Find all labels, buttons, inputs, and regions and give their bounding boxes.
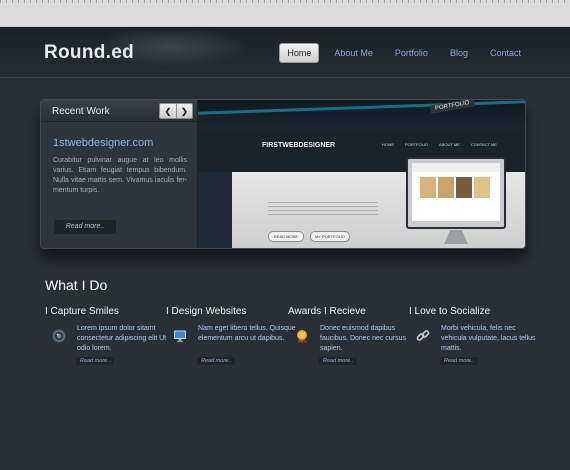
nav-contact[interactable]: Contact [483, 43, 528, 63]
nav-about-me[interactable]: About Me [327, 43, 380, 63]
camera-lens-icon [52, 329, 66, 343]
slider-arrows: ❮ ❯ [159, 103, 193, 119]
nav-blog[interactable]: Blog [443, 43, 475, 63]
preview-menu-item: HOME [382, 142, 394, 147]
nav-home[interactable]: Home [279, 43, 320, 63]
recent-work-slider: Recent Work ❮ ❯ 1stwebdesigner.com Curab… [40, 99, 526, 249]
feature-capture-smiles: I Capture Smiles Lorem ipsum dolor sitam… [45, 306, 166, 365]
chevron-left-icon[interactable]: ❮ [160, 104, 176, 118]
preview-menu-item: PORTFOLIO [405, 142, 429, 147]
slider-title: Recent Work [52, 106, 110, 117]
nav-portfolio[interactable]: Portfolio [388, 43, 435, 63]
what-i-do-heading: What I Do [45, 277, 108, 293]
feature-socialize: I Love to Socialize Morbi vehicula, feli… [409, 306, 536, 365]
screen-tile [438, 177, 454, 198]
screen-tile [420, 177, 436, 198]
feature-awards: Awards I Recieve Donec euismod dapibus f… [288, 306, 406, 365]
feature-read-more-link[interactable]: Read more.. [440, 357, 479, 365]
feature-read-more-link[interactable]: Read more.. [319, 357, 358, 365]
feature-title: I Design Websites [166, 306, 247, 317]
feature-read-more-link[interactable]: Read more.. [197, 357, 236, 365]
project-site-name[interactable]: 1stwebdesigner.com [53, 137, 153, 149]
preview-read-more-button: READ MORE [268, 231, 304, 242]
preview-brand: FIRSTWEBDESIGNER [262, 142, 336, 149]
monitor-screen-tiles [420, 177, 490, 198]
slider-info-panel: Recent Work ❮ ❯ 1stwebdesigner.com Curab… [41, 100, 197, 248]
screen-tile [456, 177, 472, 198]
project-preview-image[interactable]: PORTFOLIO FIRSTWEBDESIGNER HOME PORTFOLI… [198, 100, 525, 248]
feature-description: Morbi vehicula, felis nec vehicula vulpu… [441, 325, 536, 352]
preview-menu-item: ABOUT ME [439, 142, 460, 147]
feature-description: Nam eget libero tellus. Quisque elementu… [198, 325, 296, 342]
monitor-icon [174, 330, 186, 342]
main-nav: Home About Me Portfolio Blog Contact [279, 43, 528, 63]
feature-title: I Capture Smiles [45, 306, 119, 317]
project-description: Curabitur pulvinar augue at leo mollis v… [53, 157, 187, 194]
chevron-right-icon[interactable]: ❯ [176, 104, 192, 118]
feature-design-websites: I Design Websites Nam eget libero tellus… [166, 306, 296, 365]
preview-menu-item: CONTACT ME [470, 142, 497, 147]
preview-text-lines [268, 202, 378, 216]
slider-header: Recent Work ❮ ❯ [41, 100, 197, 122]
feature-description: Donec euismod dapibus faucibus. Donec ne… [320, 325, 406, 352]
feature-description: Lorem ipsum dolor sitamt consectetur adi… [77, 325, 167, 352]
preview-portfolio-button: MY PORTFOLIO [310, 231, 350, 242]
feature-title: I Love to Socialize [409, 306, 491, 317]
browser-top-strip [0, 0, 570, 27]
monitor-screen [412, 163, 500, 221]
screen-tile [474, 177, 490, 198]
site-logo[interactable]: Round.ed [44, 42, 134, 64]
monitor-screen-header [412, 163, 500, 172]
ruler-marks [0, 0, 570, 3]
award-medal-icon [297, 330, 307, 343]
site-header: Round.ed Home About Me Portfolio Blog Co… [0, 27, 570, 78]
feature-read-more-link[interactable]: Read more.. [76, 357, 115, 365]
feature-title: Awards I Recieve [288, 306, 366, 317]
chain-link-icon [416, 330, 430, 341]
monitor-mockup [406, 157, 506, 229]
preview-menu: HOME PORTFOLIO ABOUT ME CONTACT ME [382, 142, 497, 147]
project-read-more-button[interactable]: Read more.. [54, 220, 116, 234]
